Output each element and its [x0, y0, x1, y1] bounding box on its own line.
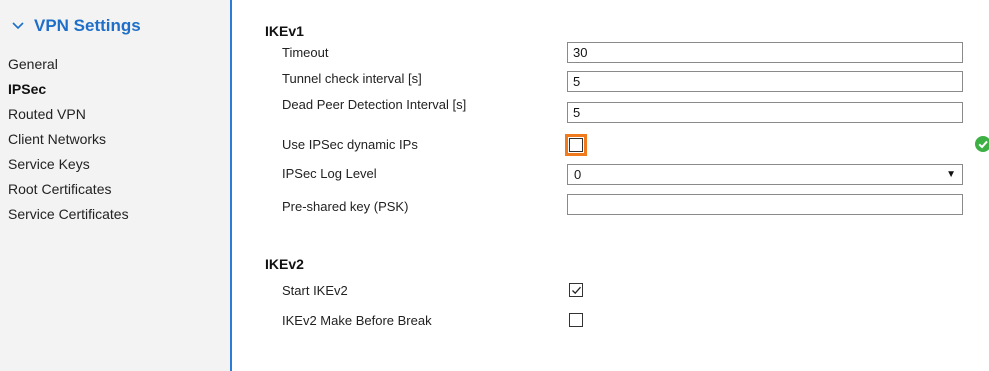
make-before-break-row: IKEv2 Make Before Break — [282, 309, 982, 331]
sidebar-item-routed-vpn[interactable]: Routed VPN — [8, 102, 129, 127]
dpd-input[interactable] — [567, 102, 963, 123]
chevron-down-icon[interactable] — [10, 18, 26, 34]
sidebar-item-service-certificates[interactable]: Service Certificates — [8, 202, 129, 227]
sidebar-item-general[interactable]: General — [8, 52, 129, 77]
dropdown-arrow-icon[interactable]: ▼ — [946, 169, 956, 180]
make-before-break-checkbox[interactable] — [569, 313, 583, 327]
tunnel-check-label: Tunnel check interval [s] — [282, 70, 422, 86]
ikev2-section-title: IKEv2 — [265, 256, 304, 272]
log-level-label: IPSec Log Level — [282, 165, 377, 181]
check-circle-icon — [975, 136, 989, 152]
log-level-value: 0 — [574, 167, 582, 182]
checkmark-icon — [572, 286, 581, 295]
dynamic-ips-checkbox[interactable] — [565, 134, 587, 156]
sidebar-title: VPN Settings — [34, 16, 141, 35]
start-ikev2-checkbox[interactable] — [569, 283, 583, 297]
sidebar-item-client-networks[interactable]: Client Networks — [8, 127, 129, 152]
start-ikev2-label: Start IKEv2 — [282, 282, 348, 298]
dynamic-ips-row: Use IPSec dynamic IPs — [282, 133, 982, 155]
timeout-input[interactable] — [567, 42, 963, 63]
make-before-break-label: IKEv2 Make Before Break — [282, 312, 432, 328]
start-ikev2-row: Start IKEv2 — [282, 279, 982, 301]
sidebar-item-root-certificates[interactable]: Root Certificates — [8, 177, 129, 202]
ikev1-section-title: IKEv1 — [265, 23, 304, 39]
main-panel: IKEv1 Timeout Tunnel check interval [s] … — [234, 0, 989, 371]
psk-label: Pre-shared key (PSK) — [282, 198, 409, 214]
sidebar-header[interactable]: VPN Settings — [10, 16, 141, 36]
dpd-label: Dead Peer Detection Interval [s] — [282, 96, 467, 112]
log-level-select[interactable]: 0 ▼ — [567, 164, 963, 185]
sidebar-item-service-keys[interactable]: Service Keys — [8, 152, 129, 177]
sidebar-item-ipsec[interactable]: IPSec — [8, 77, 129, 102]
psk-input[interactable] — [567, 194, 963, 215]
tunnel-check-input[interactable] — [567, 71, 963, 92]
dynamic-ips-label: Use IPSec dynamic IPs — [282, 136, 418, 152]
sidebar-list: General IPSec Routed VPN Client Networks… — [8, 52, 129, 227]
sidebar: VPN Settings General IPSec Routed VPN Cl… — [0, 0, 232, 371]
timeout-label: Timeout — [282, 44, 329, 60]
